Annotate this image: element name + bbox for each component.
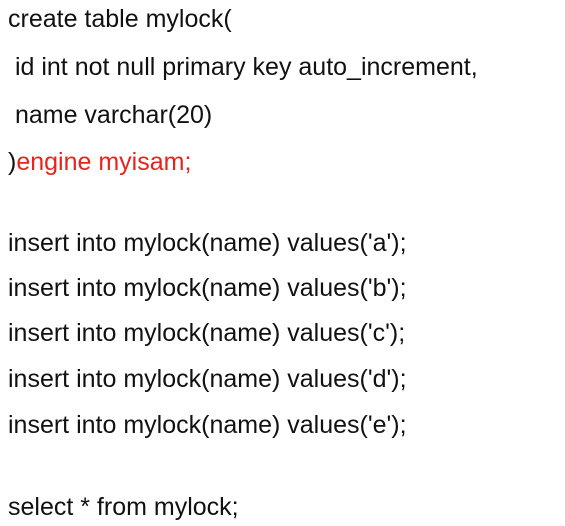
insert-line-b: insert into mylock(name) values('b');	[8, 274, 407, 302]
insert-line-e: insert into mylock(name) values('e');	[8, 411, 407, 439]
column-name-line: name varchar(20)	[8, 101, 213, 129]
insert-line-a: insert into mylock(name) values('a');	[8, 229, 407, 257]
engine-clause: engine myisam;	[16, 148, 192, 176]
engine-line: )engine myisam;	[8, 147, 191, 177]
select-line: select * from mylock;	[8, 493, 239, 521]
create-table-line: create table mylock(	[8, 5, 232, 33]
insert-line-c: insert into mylock(name) values('c');	[8, 319, 406, 347]
insert-line-d: insert into mylock(name) values('d');	[8, 365, 407, 393]
column-id-line: id int not null primary key auto_increme…	[8, 53, 478, 81]
sql-code-document: create table mylock( id int not null pri…	[0, 0, 565, 526]
